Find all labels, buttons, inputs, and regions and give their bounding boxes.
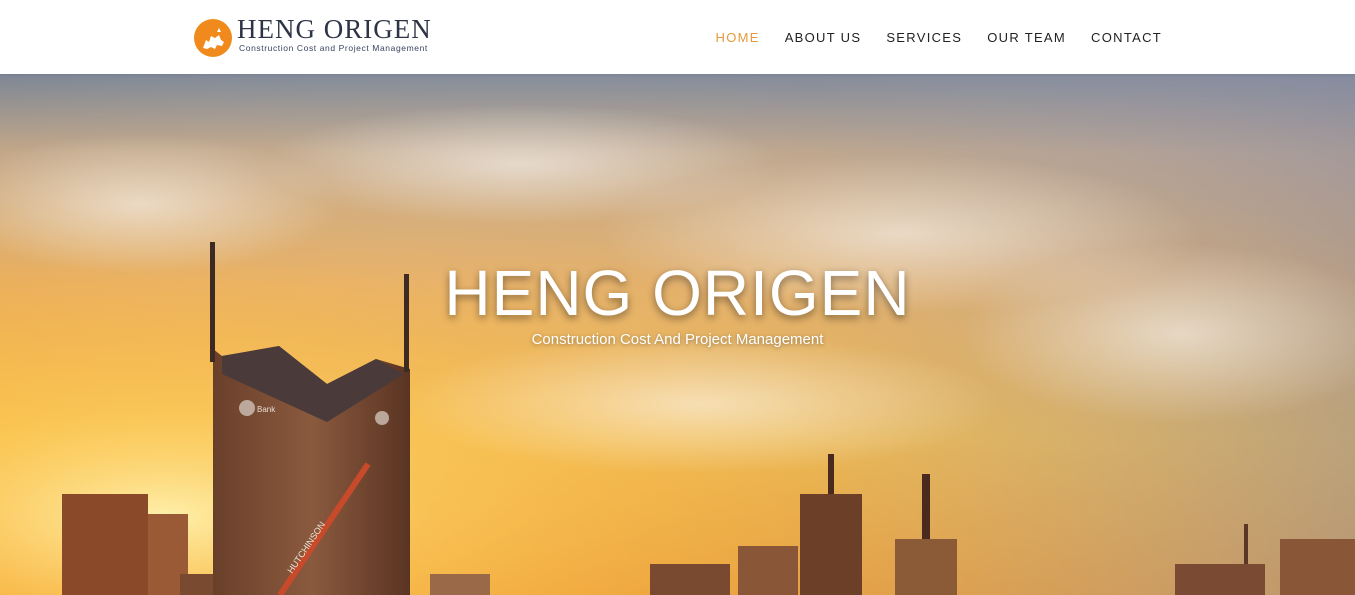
logo-title: HENG ORIGEN bbox=[237, 14, 432, 44]
building-sign-bank: Bank bbox=[257, 405, 276, 414]
site-logo[interactable]: HENG ORIGEN Construction Cost and Projec… bbox=[193, 14, 438, 58]
main-nav: HOME ABOUT US SERVICES OUR TEAM CONTACT bbox=[691, 0, 1163, 74]
hero-subtitle: Construction Cost And Project Management bbox=[531, 331, 824, 348]
hero-banner: Bank HUTCHINSON HENG ORIGEN Construction… bbox=[0, 74, 1355, 595]
hero-title: HENG ORIGEN bbox=[444, 257, 911, 329]
nav-services[interactable]: SERVICES bbox=[886, 30, 962, 45]
nav-about-us[interactable]: ABOUT US bbox=[785, 30, 862, 45]
site-header: HENG ORIGEN Construction Cost and Projec… bbox=[0, 0, 1355, 74]
logo-subtitle: Construction Cost and Project Management bbox=[239, 43, 428, 53]
nav-contact[interactable]: CONTACT bbox=[1091, 30, 1162, 45]
wolf-logo-icon bbox=[194, 19, 232, 57]
nav-home[interactable]: HOME bbox=[716, 30, 760, 45]
nav-our-team[interactable]: OUR TEAM bbox=[987, 30, 1066, 45]
